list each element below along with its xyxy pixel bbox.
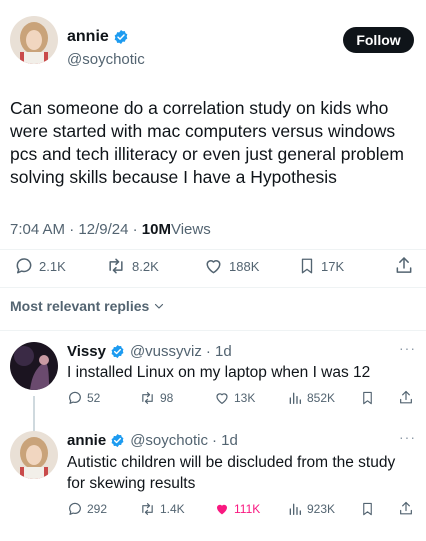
tweet-text: Can someone do a correlation study on ki… <box>10 98 404 187</box>
divider <box>0 330 426 331</box>
like-button[interactable]: 13K <box>214 390 255 406</box>
reply-author-name[interactable]: annie <box>67 432 106 449</box>
retweet-button[interactable]: 98 <box>139 390 173 406</box>
reply-icon <box>16 258 32 274</box>
reply-avatar[interactable] <box>10 342 58 390</box>
views-label: Views <box>170 221 211 238</box>
share-icon <box>400 501 412 515</box>
verified-badge-icon <box>110 433 126 449</box>
like-count: 188K <box>229 258 260 274</box>
reply-button[interactable]: 2.1K <box>14 256 66 276</box>
bookmark-icon <box>363 391 372 405</box>
retweet-icon <box>109 258 123 274</box>
views-chart-icon <box>289 503 301 515</box>
heart-icon <box>206 260 221 274</box>
retweet-count: 98 <box>160 391 174 405</box>
views-count: 852K <box>307 391 336 405</box>
views-chart-icon <box>289 392 301 404</box>
bookmark-icon <box>301 258 313 274</box>
bookmark-button[interactable] <box>360 501 375 517</box>
bookmark-button[interactable] <box>360 390 375 406</box>
reply-author-name[interactable]: Vissy <box>67 343 106 360</box>
chevron-down-icon <box>155 303 164 309</box>
reply-header: annie @soychotic · 1d <box>67 432 238 449</box>
follow-button[interactable]: Follow <box>343 27 414 53</box>
reply-icon <box>69 502 81 515</box>
tweet-actions: 2.1K 8.2K 188K 17K <box>0 248 426 286</box>
reply-count: 292 <box>87 502 108 516</box>
verified-badge-icon <box>113 29 129 45</box>
bookmark-button[interactable]: 17K <box>298 256 344 276</box>
more-icon[interactable]: ··· <box>399 429 416 445</box>
reply-button[interactable]: 52 <box>67 390 100 406</box>
tweet-meta: 7:04 AM · 12/9/24 · 10M Views <box>10 221 211 238</box>
tweet-time[interactable]: 7:04 AM <box>10 221 65 238</box>
reply-count: 2.1K <box>39 258 66 274</box>
retweet-icon <box>142 392 153 404</box>
replies-sort-dropdown[interactable]: Most relevant replies <box>10 298 165 314</box>
bookmark-icon <box>363 502 372 516</box>
share-button[interactable] <box>398 389 414 406</box>
retweet-icon <box>142 503 153 515</box>
reply-count: 52 <box>87 391 101 405</box>
share-icon <box>396 257 412 273</box>
heart-icon <box>217 504 227 515</box>
like-count: 111K <box>234 502 261 516</box>
views-button[interactable]: 923K <box>287 501 335 517</box>
retweet-button[interactable]: 8.2K <box>105 256 159 276</box>
reply-author-handle[interactable]: @soychotic <box>130 432 208 449</box>
views-button[interactable]: 852K <box>287 390 335 406</box>
like-count: 13K <box>234 391 256 405</box>
thread-line <box>33 396 35 432</box>
reply-author-handle[interactable]: @vussyviz <box>130 343 202 360</box>
more-icon[interactable]: ··· <box>399 340 416 356</box>
reply-text: Autistic children will be discluded from… <box>67 454 396 492</box>
share-button[interactable] <box>394 255 414 276</box>
author-handle[interactable]: @soychotic <box>67 51 145 68</box>
views-count: 923K <box>307 502 336 516</box>
divider <box>0 287 426 288</box>
reply-text: I installed Linux on my laptop when I wa… <box>67 364 371 381</box>
reply-icon <box>69 391 81 404</box>
tweet-date[interactable]: 12/9/24 <box>78 221 128 238</box>
author-avatar[interactable] <box>10 16 58 64</box>
like-button[interactable]: 188K <box>203 256 259 276</box>
verified-badge-icon <box>110 344 126 360</box>
meta-separator: · <box>128 221 142 238</box>
retweet-count: 1.4K <box>160 502 185 516</box>
reply-header: Vissy @vussyviz · 1d <box>67 343 232 360</box>
share-icon <box>400 390 412 404</box>
like-button[interactable]: 111K <box>214 501 260 517</box>
reply-time[interactable]: · 1d <box>212 432 238 449</box>
reply-time[interactable]: · 1d <box>206 343 232 360</box>
retweet-count: 8.2K <box>132 258 159 274</box>
meta-separator: · <box>65 221 79 238</box>
heart-icon <box>216 393 228 404</box>
author-name[interactable]: annie <box>67 28 109 46</box>
reply-avatar[interactable] <box>10 431 58 479</box>
reply-button[interactable]: 292 <box>67 501 107 517</box>
bookmark-count: 17K <box>321 258 345 274</box>
share-button[interactable] <box>398 500 414 517</box>
retweet-button[interactable]: 1.4K <box>139 501 185 517</box>
views-count: 10M <box>141 221 171 238</box>
replies-sort-label: Most relevant replies <box>10 298 150 314</box>
